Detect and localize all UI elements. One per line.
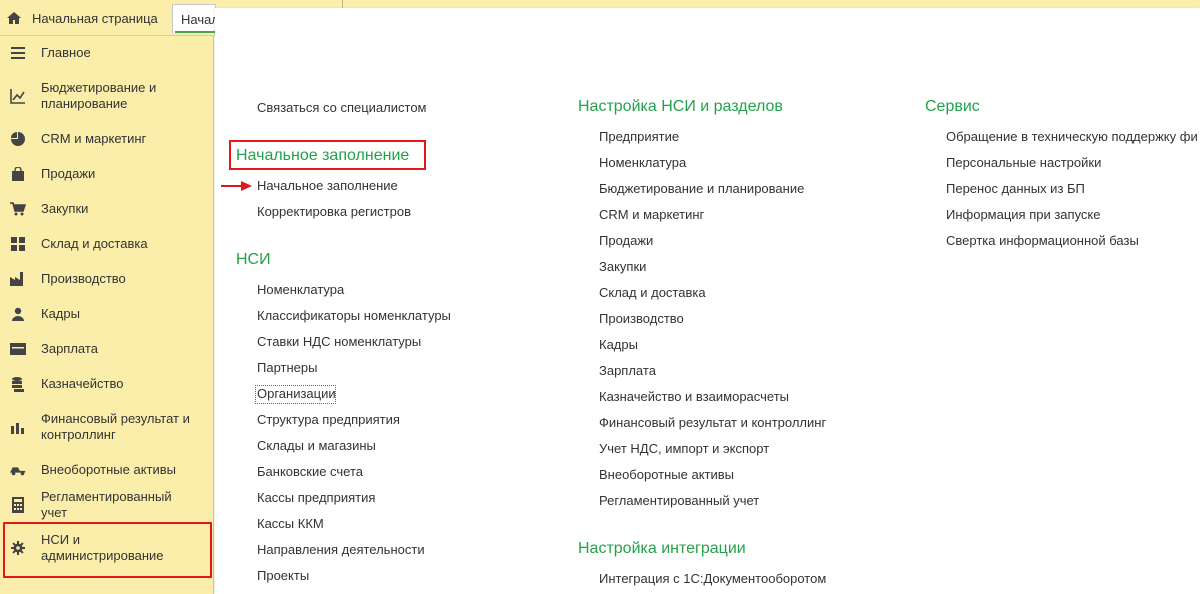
link-contact-specialist[interactable]: Связаться со специалистом — [257, 100, 427, 116]
header-initial-fill: Начальное заполнение — [236, 147, 410, 164]
arrow-icon — [221, 181, 252, 191]
truck-icon — [10, 462, 26, 478]
sidebar-item-hr[interactable]: Кадры — [0, 306, 214, 322]
link-setup-item[interactable]: Производство — [599, 311, 684, 327]
link-initial-fill[interactable]: Начальное заполнение — [257, 178, 398, 194]
bar-chart-icon — [10, 419, 26, 435]
sidebar-item-label: Склад и доставка — [41, 236, 148, 251]
link-nsi-item[interactable]: Кассы ККМ — [257, 516, 324, 532]
header-integration-setup: Настройка интеграции — [578, 540, 746, 557]
pie-chart-icon — [10, 131, 26, 147]
sidebar-item-crm[interactable]: CRM и маркетинг — [0, 131, 214, 147]
link-register-adjustment[interactable]: Корректировка регистров — [257, 204, 411, 220]
link-setup-item[interactable]: Предприятие — [599, 129, 679, 145]
budget-chart-icon — [10, 88, 26, 104]
link-setup-item[interactable]: Финансовый результат и контроллинг — [599, 415, 826, 431]
link-nsi-item[interactable]: Проекты — [257, 568, 309, 584]
sidebar-item-fixed-assets[interactable]: Внеоборотные активы — [0, 462, 214, 478]
sidebar-item-label: Регламентированный учет — [41, 489, 172, 520]
home-icon — [6, 10, 22, 26]
link-setup-item[interactable]: CRM и маркетинг — [599, 207, 704, 223]
link-integration-item[interactable]: Интеграция с 1С:Документооборотом — [599, 571, 826, 587]
sidebar-item-production[interactable]: Производство — [0, 271, 214, 287]
link-nsi-item[interactable]: Классификаторы номенклатуры — [257, 308, 451, 324]
link-setup-item[interactable]: Казначейство и взаиморасчеты — [599, 389, 789, 405]
link-service-item[interactable]: Обращение в техническую поддержку фи — [946, 129, 1198, 145]
link-nsi-item[interactable]: Структура предприятия — [257, 412, 400, 428]
tab-home-label: Начальная страница — [32, 10, 158, 26]
sidebar-item-warehouse[interactable]: Склад и доставка — [0, 236, 214, 252]
link-service-item[interactable]: Персональные настройки — [946, 155, 1101, 171]
link-nsi-item[interactable]: Банковские счета — [257, 464, 363, 480]
sidebar-item-label: Производство — [41, 271, 126, 286]
link-nsi-item[interactable]: Ставки НДС номенклатуры — [257, 334, 421, 350]
sidebar-item-label: Внеоборотные активы — [41, 462, 177, 477]
link-setup-item[interactable]: Закупки — [599, 259, 646, 275]
sidebar-item-label: Главное — [41, 45, 91, 60]
link-service-item[interactable]: Перенос данных из БП — [946, 181, 1085, 197]
sidebar-item-label: Бюджетирование и планирование — [41, 80, 157, 111]
sidebar: Главное Бюджетирование и планирование CR… — [0, 36, 214, 594]
tab-initial-fill[interactable]: Начальное заполнение — [172, 4, 216, 33]
coins-icon — [10, 376, 26, 392]
link-setup-item[interactable]: Продажи — [599, 233, 653, 249]
sidebar-item-purchases[interactable]: Закупки — [0, 201, 214, 217]
sidebar-item-label: Финансовый результат и контроллинг — [41, 411, 190, 442]
sidebar-item-label: Зарплата — [41, 341, 98, 356]
sidebar-item-label: Продажи — [41, 166, 96, 181]
sidebar-item-salary[interactable]: Зарплата — [0, 341, 214, 357]
factory-icon — [10, 271, 26, 287]
sidebar-item-main[interactable]: Главное — [0, 45, 214, 61]
link-nsi-item[interactable]: Кассы предприятия — [257, 490, 375, 506]
sidebar-item-label: CRM и маркетинг — [41, 131, 147, 146]
nsi-admin-highlight-box — [3, 522, 212, 578]
link-setup-item[interactable]: Кадры — [599, 337, 638, 353]
link-setup-item[interactable]: Склад и доставка — [599, 285, 706, 301]
sidebar-item-regulated[interactable]: Регламентированный учет — [0, 489, 214, 520]
header-service: Сервис — [925, 98, 980, 115]
link-nsi-item[interactable]: Склады и магазины — [257, 438, 376, 454]
link-nsi-item[interactable]: Направления деятельности — [257, 542, 425, 558]
link-setup-item[interactable]: Номенклатура — [599, 155, 686, 171]
person-icon — [10, 306, 26, 322]
sidebar-item-label: Кадры — [41, 306, 80, 321]
link-service-item[interactable]: Свертка информационной базы — [946, 233, 1139, 249]
wallet-icon — [10, 341, 26, 357]
tab-divider — [342, 0, 343, 8]
sidebar-item-label: Закупки — [41, 201, 89, 216]
calculator-icon — [10, 497, 26, 513]
link-nsi-item[interactable]: Партнеры — [257, 360, 317, 376]
cart-icon — [10, 201, 26, 217]
header-nsi-setup: Настройка НСИ и разделов — [578, 98, 783, 115]
tab-home[interactable]: Начальная страница — [0, 4, 168, 32]
sidebar-item-label: Казначейство — [41, 376, 124, 391]
sidebar-item-sales[interactable]: Продажи — [0, 166, 214, 182]
link-setup-item[interactable]: Регламентированный учет — [599, 493, 759, 509]
link-organizations[interactable]: Организации — [257, 386, 336, 402]
sidebar-item-treasury[interactable]: Казначейство — [0, 376, 214, 392]
link-service-item[interactable]: Информация при запуске — [946, 207, 1101, 223]
link-setup-item[interactable]: Зарплата — [599, 363, 656, 379]
link-nsi-item[interactable]: Номенклатура — [257, 282, 344, 298]
link-setup-item[interactable]: Бюджетирование и планирование — [599, 181, 804, 197]
link-setup-item[interactable]: Учет НДС, импорт и экспорт — [599, 441, 769, 457]
sidebar-item-budgeting[interactable]: Бюджетирование и планирование — [0, 80, 214, 112]
link-setup-item[interactable]: Внеоборотные активы — [599, 467, 734, 483]
shopping-bag-icon — [10, 166, 26, 182]
warehouse-grid-icon — [10, 236, 26, 252]
header-nsi: НСИ — [236, 251, 271, 268]
sidebar-item-finance[interactable]: Финансовый результат и контроллинг — [0, 411, 214, 443]
tab-active-label: Начальное заполнение — [181, 11, 215, 27]
menu-icon — [10, 45, 26, 61]
